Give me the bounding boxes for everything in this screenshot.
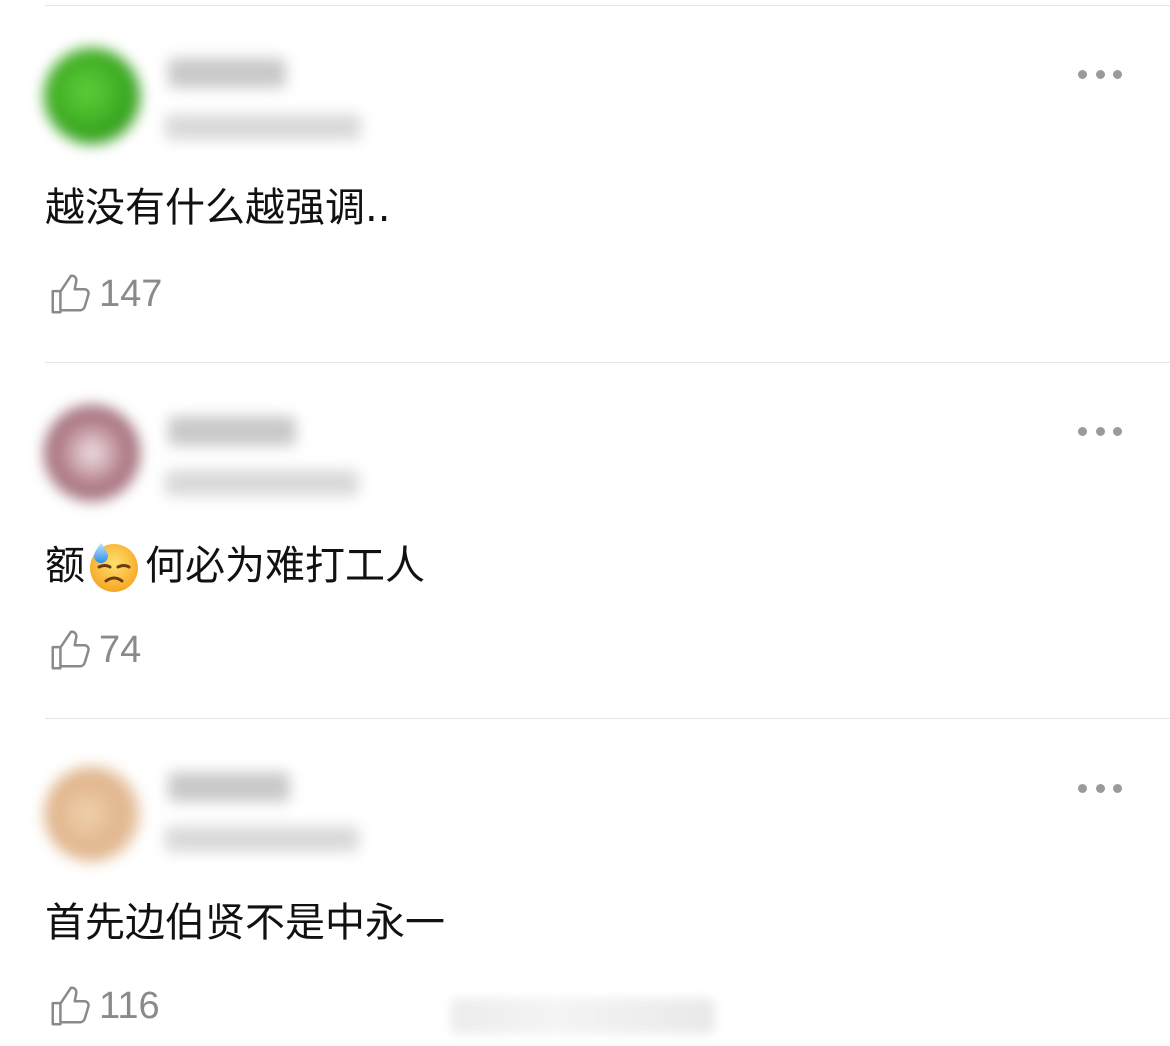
avatar[interactable] — [44, 48, 140, 144]
comment-text: 首先边伯贤不是中永一 — [45, 895, 445, 951]
like-count: 116 — [99, 984, 160, 1027]
username-blurred[interactable] — [168, 416, 296, 446]
like-button[interactable]: 147 — [47, 270, 162, 318]
thumbs-up-icon — [51, 986, 90, 1026]
timestamp-blurred — [165, 470, 359, 496]
comment-text-after: 何必为难打工人 — [145, 543, 425, 589]
more-dot-icon — [1113, 69, 1122, 79]
more-dot-icon — [1095, 69, 1105, 79]
top-divider — [45, 5, 1170, 6]
more-options-button[interactable] — [1078, 426, 1122, 436]
more-dot-icon — [1113, 783, 1122, 793]
comment-text: 越没有什么越强调.. — [45, 180, 390, 236]
timestamp-blurred — [165, 826, 359, 852]
like-count: 74 — [99, 628, 142, 671]
more-dot-icon — [1078, 69, 1087, 79]
username-blurred[interactable] — [168, 58, 286, 88]
watermark-blurred — [450, 998, 715, 1034]
more-dot-icon — [1095, 783, 1105, 793]
comment-divider — [45, 718, 1170, 719]
more-dot-icon — [1078, 783, 1087, 793]
more-options-button[interactable] — [1078, 783, 1122, 793]
more-dot-icon — [1113, 426, 1122, 436]
more-dot-icon — [1078, 426, 1087, 436]
downcast-face-with-sweat-icon — [90, 543, 138, 592]
avatar[interactable] — [44, 766, 140, 862]
comment-divider — [45, 362, 1170, 363]
comment-text: 额 何必为难打工人 — [45, 538, 425, 594]
comment-text-content: 首先边伯贤不是中永一 — [45, 900, 445, 946]
comment-text-before: 额 — [45, 543, 85, 589]
timestamp-blurred — [165, 114, 361, 140]
thumbs-up-icon — [51, 274, 90, 314]
more-options-button[interactable] — [1078, 69, 1122, 79]
like-button[interactable]: 74 — [47, 626, 141, 674]
comment-text-content: 越没有什么越强调.. — [45, 185, 391, 231]
like-button[interactable]: 116 — [47, 982, 160, 1030]
like-count: 147 — [99, 272, 163, 315]
thumbs-up-icon — [51, 630, 90, 670]
username-blurred[interactable] — [168, 772, 290, 802]
avatar[interactable] — [44, 405, 140, 501]
more-dot-icon — [1095, 426, 1105, 436]
